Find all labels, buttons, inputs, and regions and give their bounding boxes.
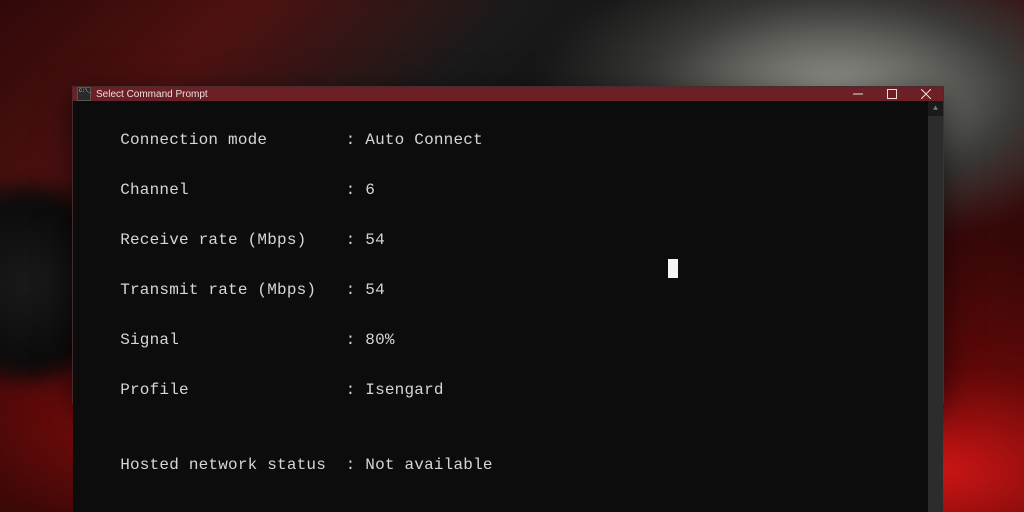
- client-area: Connection mode : Auto Connect Channel :…: [73, 101, 943, 512]
- row-profile: Profile : Isengard: [81, 378, 926, 403]
- command-prompt-window: Select Command Prompt Connection mode : …: [72, 86, 944, 404]
- row-channel: Channel : 6: [81, 178, 926, 203]
- scroll-up-arrow-icon[interactable]: ▲: [928, 101, 943, 116]
- scroll-track[interactable]: [928, 116, 943, 512]
- window-title: Select Command Prompt: [96, 89, 208, 100]
- cmd-system-icon[interactable]: [77, 87, 91, 101]
- vertical-scrollbar[interactable]: ▲ ▼: [928, 101, 943, 512]
- titlebar[interactable]: Select Command Prompt: [73, 87, 943, 101]
- maximize-button[interactable]: [875, 87, 909, 101]
- row-transmit-rate: Transmit rate (Mbps) : 54: [81, 278, 926, 303]
- row-receive-rate: Receive rate (Mbps) : 54: [81, 228, 926, 253]
- terminal-output[interactable]: Connection mode : Auto Connect Channel :…: [73, 101, 928, 512]
- text-selection-block: [668, 259, 678, 278]
- row-hosted-network: Hosted network status : Not available: [81, 453, 926, 478]
- window-controls: [841, 87, 943, 101]
- row-connection-mode: Connection mode : Auto Connect: [81, 128, 926, 153]
- row-signal: Signal : 80%: [81, 328, 926, 353]
- minimize-button[interactable]: [841, 87, 875, 101]
- close-button[interactable]: [909, 87, 943, 101]
